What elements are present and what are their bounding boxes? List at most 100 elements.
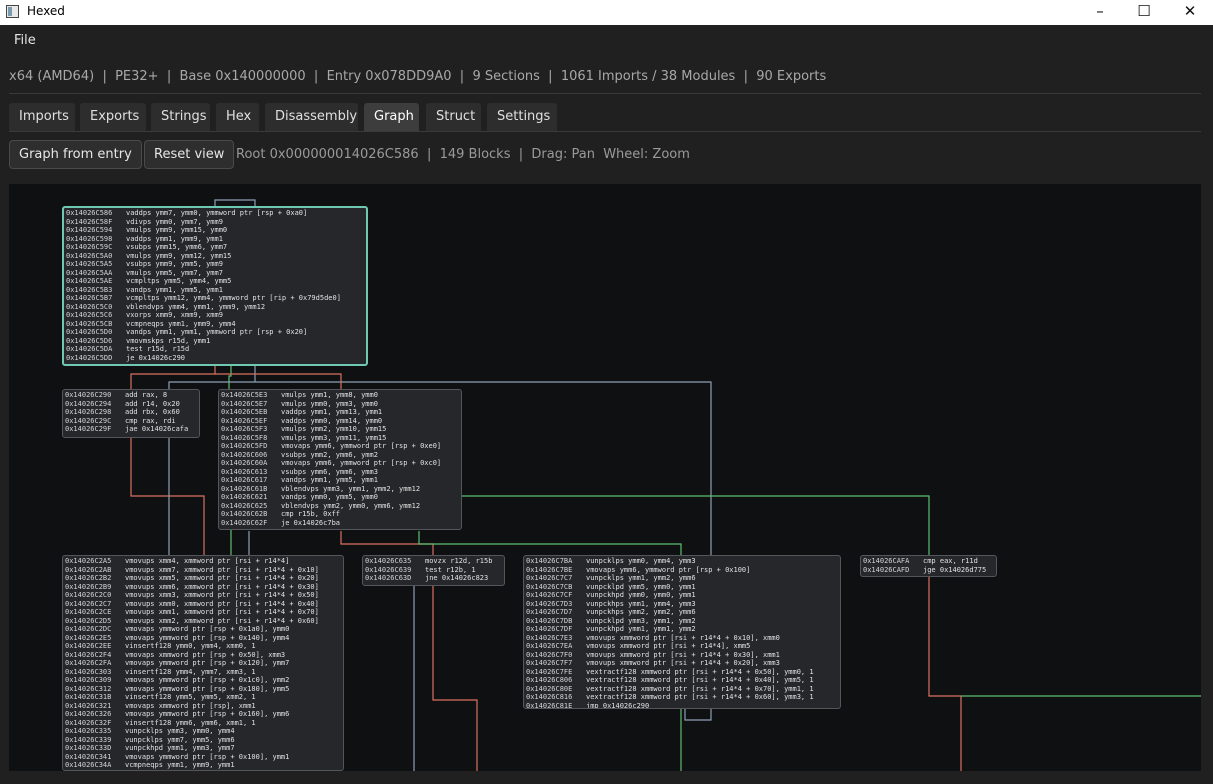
instruction-line[interactable]: 0x14026C7FE vextractf128 xmmword ptr [rsi… xyxy=(526,668,838,677)
instruction-line[interactable]: 0x14026C5EF vaddps ymm0, ymm14, ymm0 xyxy=(221,417,459,426)
instruction-line[interactable]: 0x14026C2EE vinsertf128 ymm0, ymm4, xmm0,… xyxy=(65,642,341,651)
basic-block[interactable]: 0x14026CAFA cmp eax, r11d 0x14026CAFD jge 0… xyxy=(860,555,997,577)
basic-block[interactable]: 0x14026C5E3 vmulps ymm1, ymm8, ymm0 0x1402… xyxy=(218,389,462,530)
maximize-icon[interactable]: ☐ xyxy=(1121,0,1167,25)
close-icon[interactable]: ✕ xyxy=(1167,0,1213,25)
tab-struct[interactable]: Struct xyxy=(426,103,481,131)
instruction-line[interactable]: 0x14026C59C vsubps ymm15, ymm6, ymm7 xyxy=(66,243,364,252)
tab-strings[interactable]: Strings xyxy=(151,103,210,131)
instruction-line[interactable]: 0x14026C29F jae 0x14026cafa xyxy=(65,425,197,434)
instruction-line[interactable]: 0x14026C298 add rbx, 0x60 xyxy=(65,408,197,417)
instruction-line[interactable]: 0x14026C5E3 vmulps ymm1, ymm8, ymm0 xyxy=(221,391,459,400)
instruction-line[interactable]: 0x14026C5B3 vandps ymm1, ymm5, ymm1 xyxy=(66,286,364,295)
instruction-line[interactable]: 0x14026C7BA vunpcklps ymm0, ymm4, ymm3 xyxy=(526,557,838,566)
tab-imports[interactable]: Imports xyxy=(9,103,75,131)
instruction-line[interactable]: 0x14026C5A0 vmulps ymm9, ymm12, ymm15 xyxy=(66,252,364,261)
instruction-line[interactable]: 0x14026C2D5 vmovups xmm2, xmmword ptr [rs… xyxy=(65,617,341,626)
instruction-line[interactable]: 0x14026C33D vunpckhpd ymm1, ymm3, ymm7 xyxy=(65,744,341,753)
instruction-line[interactable]: 0x14026C7DB vunpcklpd ymm3, ymm1, ymm2 xyxy=(526,617,838,626)
minimize-icon[interactable]: – xyxy=(1077,0,1123,25)
instruction-line[interactable]: 0x14026C2CE vmovups xmm1, xmmword ptr [rs… xyxy=(65,608,341,617)
instruction-line[interactable]: 0x14026C7DF vunpckhpd ymm1, ymm1, ymm2 xyxy=(526,625,838,634)
tab-disassembly[interactable]: Disassembly xyxy=(265,103,358,131)
instruction-line[interactable]: 0x14026C2C7 vmovups xmm0, xmmword ptr [rs… xyxy=(65,600,341,609)
instruction-line[interactable]: 0x14026C5F3 vmulps ymm2, ymm10, ymm15 xyxy=(221,425,459,434)
instruction-line[interactable]: 0x14026C290 add rax, 8 xyxy=(65,391,197,400)
instruction-line[interactable]: 0x14026C2B9 vmovups xmm6, xmmword ptr [rs… xyxy=(65,583,341,592)
instruction-line[interactable]: 0x14026C617 vandps ymm1, ymm5, ymm1 xyxy=(221,476,459,485)
graph-from-entry-button[interactable]: Graph from entry xyxy=(9,140,142,169)
menu-file[interactable]: File xyxy=(14,33,36,48)
instruction-line[interactable]: 0x14026C7D3 vunpckhps ymm1, ymm4, ymm3 xyxy=(526,600,838,609)
instruction-line[interactable]: 0x14026C613 vsubps ymm6, ymm6, ymm3 xyxy=(221,468,459,477)
instruction-line[interactable]: 0x14026C321 vmovaps xmmword ptr [rsp], xm… xyxy=(65,702,341,711)
instruction-line[interactable]: 0x14026C7BE vmovaps ymm6, ymmword ptr [rs… xyxy=(526,566,838,575)
instruction-line[interactable]: 0x14026C5AA vmulps ymm5, ymm7, ymm7 xyxy=(66,269,364,278)
basic-block[interactable]: 0x14026C635 movzx r12d, r15b 0x14026C639 te… xyxy=(362,555,505,586)
instruction-line[interactable]: 0x14026C341 vmovaps ymmword ptr [rsp + 0x… xyxy=(65,753,341,762)
instruction-line[interactable]: 0x14026C34A vcmpneqps ymm1, ymm9, ymm1 xyxy=(65,761,341,770)
instruction-line[interactable]: 0x14026C5DD je 0x14026c290 xyxy=(66,354,364,363)
instruction-line[interactable]: 0x14026C5CB vcmpneqps ymm1, ymm9, ymm4 xyxy=(66,320,364,329)
instruction-line[interactable]: 0x14026C806 vextractf128 xmmword ptr [rsi… xyxy=(526,676,838,685)
instruction-line[interactable]: 0x14026C61B vblendvps ymm3, ymm1, ymm2, y… xyxy=(221,485,459,494)
instruction-line[interactable]: 0x14026C63D jne 0x14026c823 xyxy=(365,574,502,583)
instruction-line[interactable]: 0x14026C312 vmovaps ymmword ptr [rsp + 0x… xyxy=(65,685,341,694)
instruction-line[interactable]: 0x14026C5B7 vcmpltps ymm12, ymm4, ymmword… xyxy=(66,294,364,303)
basic-block-root[interactable]: 0x14026C586 vaddps ymm7, ymm0, ymmword pt… xyxy=(62,206,368,366)
instruction-line[interactable]: 0x14026C7F7 vmovups xmmword ptr [rsi + r1… xyxy=(526,659,838,668)
tab-graph[interactable]: Graph xyxy=(364,103,419,131)
instruction-line[interactable]: 0x14026C5D6 vmovmskps r15d, ymm1 xyxy=(66,337,364,346)
instruction-line[interactable]: 0x14026C7F0 vmovups xmmword ptr [rsi + r1… xyxy=(526,651,838,660)
instruction-line[interactable]: 0x14026C2C0 vmovups xmm3, xmmword ptr [rs… xyxy=(65,591,341,600)
instruction-line[interactable]: 0x14026C309 vmovaps ymmword ptr [rsp + 0x… xyxy=(65,676,341,685)
instruction-line[interactable]: 0x14026C5A5 vsubps ymm9, ymm5, ymm9 xyxy=(66,260,364,269)
instruction-line[interactable]: 0x14026C816 vextractf128 xmmword ptr [rsi… xyxy=(526,693,838,702)
instruction-line[interactable]: 0x14026C326 vmovaps ymmword ptr [rsp + 0x… xyxy=(65,710,341,719)
instruction-line[interactable]: 0x14026C5FD vmovaps ymm6, ymmword ptr [rs… xyxy=(221,442,459,451)
instruction-line[interactable]: 0x14026C5EB vaddps ymm1, ymm13, ymm1 xyxy=(221,408,459,417)
instruction-line[interactable]: 0x14026C7EA vmovups xmmword ptr [rsi + r1… xyxy=(526,642,838,651)
instruction-line[interactable]: 0x14026C7C7 vunpcklps ymm1, ymm2, ymm6 xyxy=(526,574,838,583)
graph-canvas[interactable]: 0x14026C586 vaddps ymm7, ymm0, ymmword pt… xyxy=(9,184,1201,771)
instruction-line[interactable]: 0x14026C2B2 vmovups xmm5, xmmword ptr [rs… xyxy=(65,574,341,583)
basic-block[interactable]: 0x14026C290 add rax, 8 0x14026C294 add r14,… xyxy=(62,389,200,438)
instruction-line[interactable]: 0x14026C62B cmp r15b, 0xff xyxy=(221,510,459,519)
instruction-line[interactable]: 0x14026C2FA vmovaps ymmword ptr [rsp + 0x… xyxy=(65,659,341,668)
instruction-line[interactable]: 0x14026C339 vunpcklps ymm7, ymm5, ymm6 xyxy=(65,736,341,745)
instruction-line[interactable]: 0x14026C594 vmulps ymm9, ymm15, ymm0 xyxy=(66,226,364,235)
instruction-line[interactable]: 0x14026C5DA test r15d, r15d xyxy=(66,345,364,354)
instruction-line[interactable]: 0x14026C2F4 vmovaps xmmword ptr [rsp + 0x… xyxy=(65,651,341,660)
instruction-line[interactable]: 0x14026C2AB vmovups xmm7, xmmword ptr [rs… xyxy=(65,566,341,575)
instruction-line[interactable]: 0x14026C5C6 vxorps xmm9, xmm9, xmm9 xyxy=(66,311,364,320)
basic-block[interactable]: 0x14026C2A5 vmovups xmm4, xmmword ptr [rs… xyxy=(62,555,344,771)
instruction-line[interactable]: 0x14026C335 vunpcklps ymm3, ymm0, ymm4 xyxy=(65,727,341,736)
instruction-line[interactable]: 0x14026C58F vdivps ymm0, ymm7, ymm9 xyxy=(66,218,364,227)
instruction-line[interactable]: 0x14026C5D0 vandps ymm1, ymm1, ymmword pt… xyxy=(66,328,364,337)
instruction-line[interactable]: 0x14026C31B vinsertf128 ymm5, ymm5, xmm2,… xyxy=(65,693,341,702)
instruction-line[interactable]: 0x14026C80E vextractf128 xmmword ptr [rsi… xyxy=(526,685,838,694)
instruction-line[interactable]: 0x14026C2A5 vmovups xmm4, xmmword ptr [rs… xyxy=(65,557,341,566)
instruction-line[interactable]: 0x14026C5E7 vmulps ymm0, ymm3, ymm0 xyxy=(221,400,459,409)
instruction-line[interactable]: 0x14026C32F vinsertf128 ymm6, ymm6, xmm1,… xyxy=(65,719,341,728)
instruction-line[interactable]: 0x14026C5C0 vblendvps ymm4, ymm1, ymm9, y… xyxy=(66,303,364,312)
reset-view-button[interactable]: Reset view xyxy=(144,140,235,169)
instruction-line[interactable]: 0x14026C60A vmovaps ymm6, ymmword ptr [rs… xyxy=(221,459,459,468)
instruction-line[interactable]: 0x14026C7E3 vmovups xmmword ptr [rsi + r1… xyxy=(526,634,838,643)
basic-block[interactable]: 0x14026C7BA vunpcklps ymm0, ymm4, ymm3 0x1… xyxy=(523,555,841,709)
instruction-line[interactable]: 0x14026C639 test r12b, 1 xyxy=(365,566,502,575)
instruction-line[interactable]: 0x14026CAFD jge 0x14026d775 xyxy=(863,566,994,575)
instruction-line[interactable]: 0x14026C62F je 0x14026c7ba xyxy=(221,519,459,528)
instruction-line[interactable]: 0x14026C81E jmp 0x14026c290 xyxy=(526,702,838,708)
tab-settings[interactable]: Settings xyxy=(487,103,557,131)
instruction-line[interactable]: 0x14026C625 vblendvps ymm2, ymm0, ymm6, y… xyxy=(221,502,459,511)
instruction-line[interactable]: 0x14026C5F8 vmulps ymm3, ymm11, ymm15 xyxy=(221,434,459,443)
instruction-line[interactable]: 0x14026C598 vaddps ymm1, ymm9, ymm1 xyxy=(66,235,364,244)
instruction-line[interactable]: 0x14026C7CB vunpcklpd ymm5, ymm0, ymm1 xyxy=(526,583,838,592)
instruction-line[interactable]: 0x14026C7CF vunpckhpd ymm0, ymm0, ymm1 xyxy=(526,591,838,600)
instruction-line[interactable]: 0x14026C29C cmp rax, rdi xyxy=(65,417,197,426)
instruction-line[interactable]: 0x14026C5AE vcmpltps ymm5, ymm4, ymm5 xyxy=(66,277,364,286)
instruction-line[interactable]: 0x14026C2E5 vmovaps ymmword ptr [rsp + 0x… xyxy=(65,634,341,643)
instruction-line[interactable]: 0x14026C635 movzx r12d, r15b xyxy=(365,557,502,566)
instruction-line[interactable]: 0x14026C303 vinsertf128 ymm4, ymm7, xmm3,… xyxy=(65,668,341,677)
